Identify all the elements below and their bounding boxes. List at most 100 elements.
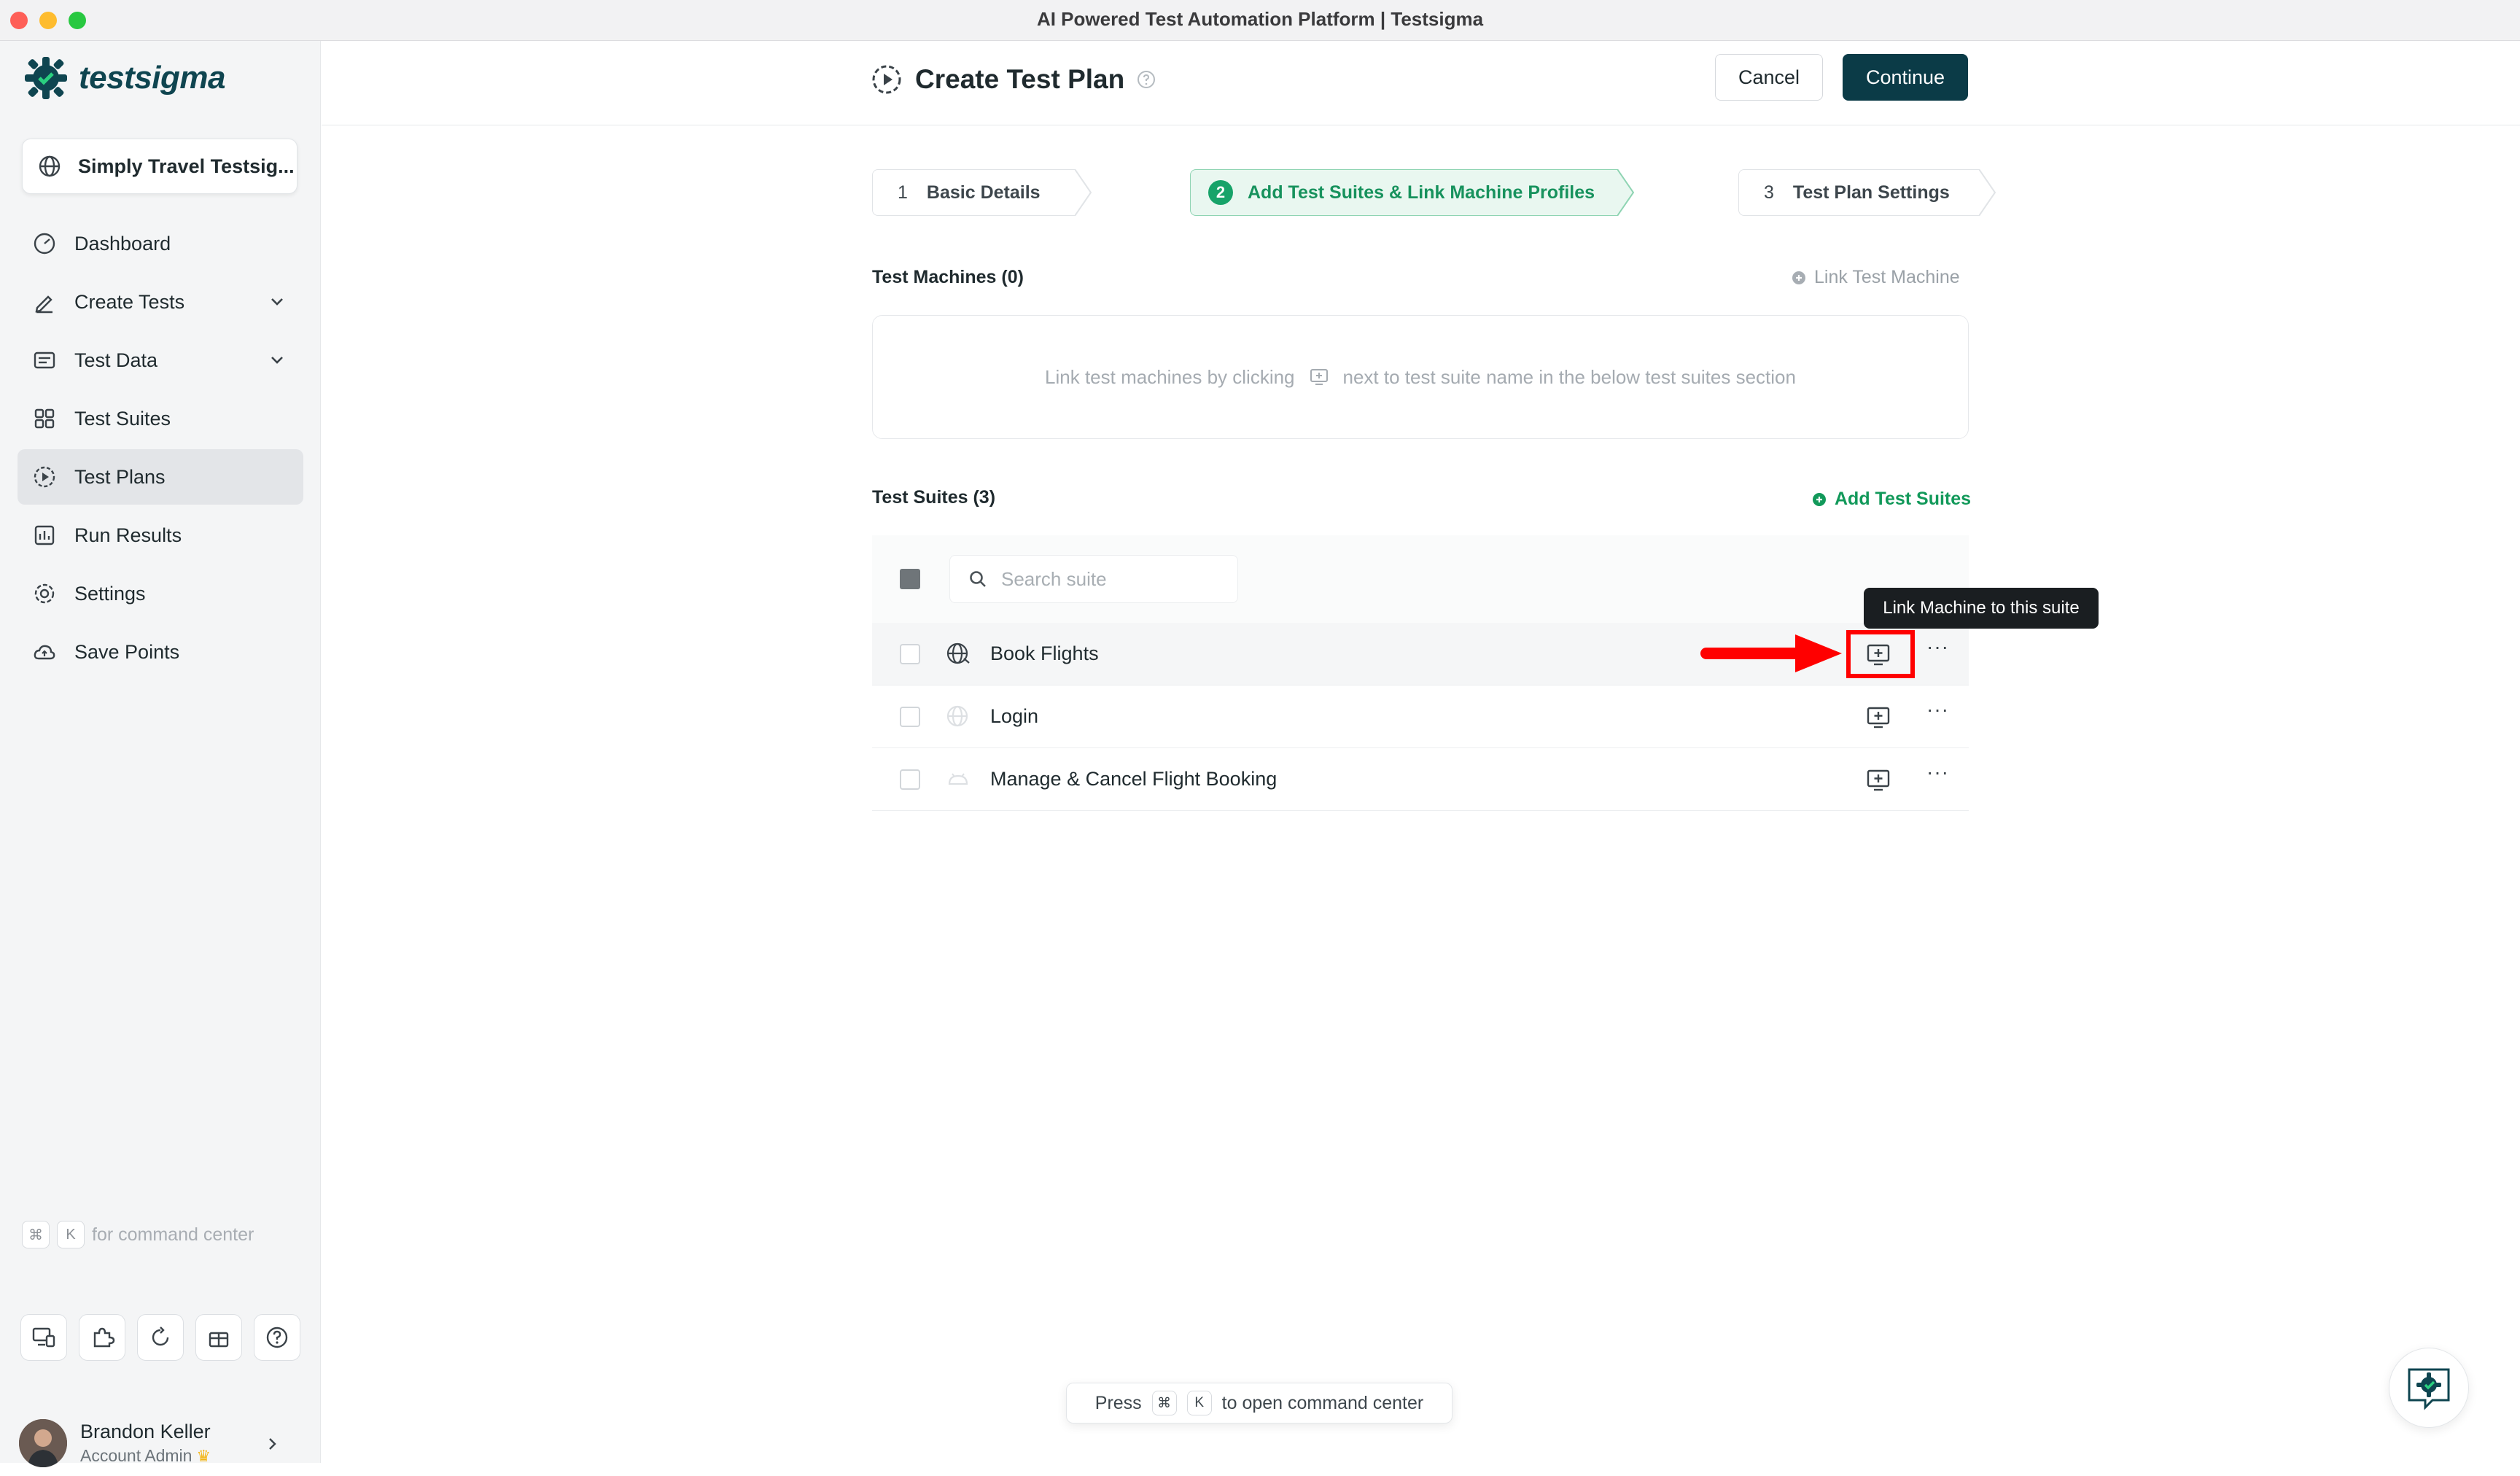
sidebar-item-label: Dashboard xyxy=(74,232,171,255)
sidebar-item-settings[interactable]: Settings xyxy=(18,566,303,621)
puzzle-icon xyxy=(93,1327,115,1348)
step-number: 3 xyxy=(1764,182,1774,203)
empty-state-text-after: next to test suite name in the below tes… xyxy=(1342,365,1796,388)
gift-icon xyxy=(209,1332,229,1348)
sync-tool-button[interactable] xyxy=(137,1314,184,1361)
bar-chart-icon xyxy=(34,525,55,545)
step-basic-details[interactable]: 1 Basic Details xyxy=(872,169,1092,216)
step-add-test-suites[interactable]: 2 Add Test Suites & Link Machine Profile… xyxy=(1190,169,1635,216)
select-all-checkbox[interactable] xyxy=(900,569,920,589)
sidebar-item-run-results[interactable]: Run Results xyxy=(18,508,303,563)
add-test-suites-label: Add Test Suites xyxy=(1835,489,1972,509)
more-options-icon[interactable]: ··· xyxy=(1926,762,1951,782)
sidebar-item-test-suites[interactable]: Test Suites xyxy=(18,391,303,446)
sidebar-item-label: Test Data xyxy=(74,349,158,371)
suite-name[interactable]: Manage & Cancel Flight Booking xyxy=(990,768,1277,791)
link-test-machine-link[interactable]: Link Test Machine xyxy=(1791,267,1960,288)
table-row[interactable]: Login ··· xyxy=(872,685,1969,748)
step-arrow-icon xyxy=(1617,169,1635,216)
add-test-suites-link[interactable]: Add Test Suites xyxy=(1811,489,1971,510)
step-arrow-icon xyxy=(1979,169,1996,216)
table-row[interactable]: Manage & Cancel Flight Booking ··· xyxy=(872,748,1969,811)
link-test-machine-label: Link Test Machine xyxy=(1814,267,1960,287)
sidebar-item-test-plans[interactable]: Test Plans xyxy=(18,449,303,505)
step-label: Basic Details xyxy=(926,182,1041,203)
row-checkbox[interactable] xyxy=(900,769,920,790)
link-machine-icon xyxy=(1310,369,1328,385)
agent-tool-button[interactable] xyxy=(20,1314,67,1361)
pen-icon xyxy=(35,295,52,314)
sidebar-item-label: Run Results xyxy=(74,524,182,546)
workspace-selector[interactable]: Simply Travel Testsig... xyxy=(22,139,298,194)
testsigma-chat-icon xyxy=(2408,1368,2450,1410)
avatar xyxy=(19,1419,67,1467)
row-checkbox[interactable] xyxy=(900,706,920,727)
user-profile[interactable]: Brandon Keller Account Admin ♛ xyxy=(19,1416,303,1470)
more-options-icon[interactable]: ··· xyxy=(1926,637,1951,657)
page-title: Create Test Plan xyxy=(915,64,1125,94)
step-test-plan-settings[interactable]: 3 Test Plan Settings xyxy=(1738,169,1996,216)
k-key: K xyxy=(1186,1391,1212,1415)
more-options-icon[interactable]: ··· xyxy=(1926,699,1951,720)
sidebar-item-dashboard[interactable]: Dashboard xyxy=(18,216,303,271)
sidebar-item-label: Create Tests xyxy=(74,290,185,313)
command-key: ⌘ xyxy=(1151,1391,1177,1415)
play-circle-icon xyxy=(34,466,55,488)
step-label: Test Plan Settings xyxy=(1792,182,1950,203)
search-suite-box[interactable] xyxy=(949,555,1238,603)
sidebar-tools xyxy=(20,1314,312,1361)
command-center-hint: ⌘ K for command center xyxy=(22,1221,254,1248)
table-toolbar xyxy=(872,535,1969,623)
testsigma-logo[interactable]: testsigma xyxy=(22,53,225,104)
red-highlight-annotation xyxy=(1846,630,1915,678)
workspace-name: Simply Travel Testsig... xyxy=(78,155,295,177)
android-icon xyxy=(948,772,968,785)
continue-button[interactable]: Continue xyxy=(1843,54,1968,101)
test-machines-title: Test Machines (0) xyxy=(872,267,1024,287)
user-name: Brandon Keller xyxy=(80,1421,211,1442)
help-tool-button[interactable] xyxy=(254,1314,300,1361)
red-arrow-annotation-icon xyxy=(1700,634,1842,672)
plus-circle-icon xyxy=(1792,271,1805,284)
test-machines-empty-state: Link test machines by clicking next to t… xyxy=(872,315,1969,439)
suite-name[interactable]: Book Flights xyxy=(990,642,1099,665)
chevron-down-icon[interactable] xyxy=(267,350,287,370)
cloud-icon xyxy=(34,645,55,660)
grid-icon xyxy=(34,408,55,429)
table-icon xyxy=(34,351,55,369)
gear-icon xyxy=(34,583,55,604)
link-machine-icon[interactable] xyxy=(1865,704,1891,731)
test-suites-title: Test Suites (3) xyxy=(872,487,996,508)
sidebar-item-label: Test Plans xyxy=(74,465,166,488)
help-circle-icon[interactable] xyxy=(1136,69,1156,90)
step-number-badge: 2 xyxy=(1208,180,1233,205)
testsigma-logo-icon xyxy=(25,57,67,99)
sidebar-item-create-tests[interactable]: Create Tests xyxy=(18,274,303,330)
suite-name[interactable]: Login xyxy=(990,705,1038,728)
web-globe-icon xyxy=(946,642,970,664)
chevron-right-icon xyxy=(269,1438,276,1450)
addons-tool-button[interactable] xyxy=(79,1314,125,1361)
link-machine-icon[interactable] xyxy=(1865,767,1891,793)
search-input[interactable] xyxy=(1001,567,1234,591)
sidebar-item-test-data[interactable]: Test Data xyxy=(18,333,303,388)
question-icon xyxy=(266,1327,288,1348)
window-title: AI Powered Test Automation Platform | Te… xyxy=(1036,8,1484,30)
sidebar-item-save-points[interactable]: Save Points xyxy=(18,624,303,680)
sidebar-item-label: Settings xyxy=(74,582,146,605)
crown-icon: ♛ xyxy=(196,1447,211,1465)
assistant-chat-button[interactable] xyxy=(2389,1348,2469,1428)
user-role: Account Admin ♛ xyxy=(80,1446,211,1466)
sidebar-item-label: Save Points xyxy=(74,640,180,663)
cancel-button[interactable]: Cancel xyxy=(1715,54,1823,101)
step-arrow-icon xyxy=(1075,169,1092,216)
gift-tool-button[interactable] xyxy=(195,1314,242,1361)
chevron-down-icon[interactable] xyxy=(267,292,287,312)
sidebar-item-label: Test Suites xyxy=(74,407,171,430)
command-center-toast[interactable]: Press ⌘ K to open command center xyxy=(1066,1383,1452,1423)
row-checkbox[interactable] xyxy=(900,643,920,664)
monitor-icon xyxy=(32,1327,55,1348)
plus-circle-icon xyxy=(1813,492,1826,506)
window-titlebar: AI Powered Test Automation Platform | Te… xyxy=(0,0,2520,41)
brand-name: testsigma xyxy=(79,60,225,96)
